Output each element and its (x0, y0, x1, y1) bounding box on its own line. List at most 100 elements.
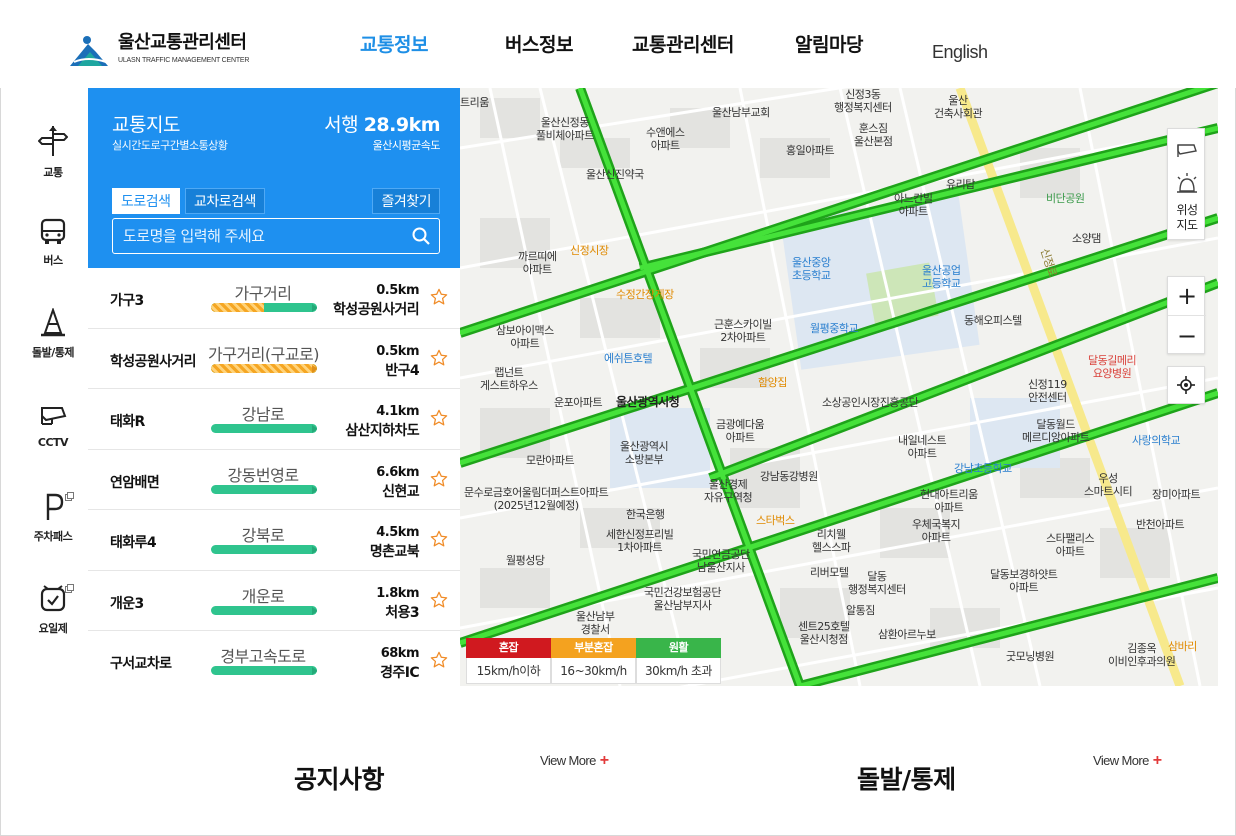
favorite-star-icon[interactable] (430, 409, 448, 427)
map-poi-label[interactable]: 센트25호텔 울산시청점 (798, 620, 850, 646)
map-poi-label[interactable]: 함양집 (758, 376, 787, 389)
road-row[interactable]: 태화루4 강북로 4.5km 명촌교북 (88, 510, 460, 571)
road-row[interactable]: 구서교차로 경부고속도로 68km 경주IC (88, 631, 460, 686)
road-row[interactable]: 개운3 개운로 1.8km 처용3 (88, 571, 460, 631)
map-poi-label[interactable]: 모란아파트 (526, 454, 575, 467)
tab-road-search[interactable]: 도로검색 (112, 188, 180, 214)
rail-item-bus[interactable]: 버스 (18, 218, 88, 268)
map-poi-label[interactable]: 월평중학교 (810, 322, 859, 335)
tab-intersection-search[interactable]: 교차로검색 (185, 188, 265, 214)
map-poi-label[interactable]: 울산광역시 소방본부 (620, 440, 669, 466)
map-poi-label[interactable]: 유리탑 (946, 178, 975, 191)
favorite-star-icon[interactable] (430, 591, 448, 609)
map-poi-label[interactable]: 리치웰 헬스스파 (812, 528, 851, 554)
map-poi-label[interactable]: 수정간장게장 (616, 288, 674, 301)
nav-notice-board[interactable]: 알림마당 (795, 30, 863, 57)
map-poi-label[interactable]: 울산신정동 풀비체아파트 (536, 116, 594, 142)
language-english-link[interactable]: English (932, 42, 988, 63)
map-poi-label[interactable]: 현대아트리움 아파트 (920, 488, 978, 514)
map-poi-label[interactable]: 달동 행정복지센터 (848, 570, 906, 596)
zoom-out-button[interactable]: − (1168, 316, 1206, 355)
map-poi-label[interactable]: 달동보경하얏트 아파트 (990, 568, 1058, 594)
map-poi-label[interactable]: 삼보아이맥스 아파트 (496, 324, 554, 350)
map-poi-label[interactable]: 울산경제 자유구역청 (704, 478, 753, 504)
map-poi-label[interactable]: 삼환아르누보 (878, 628, 936, 641)
map-poi-label[interactable]: 강남초등학교 (954, 462, 1012, 475)
rail-item-weekday[interactable]: 요일제 (18, 584, 88, 636)
search-icon[interactable] (411, 226, 431, 246)
map-poi-label[interactable]: 강남동강병원 (760, 470, 818, 483)
map-poi-label[interactable]: 트리움 (460, 96, 489, 109)
map-poi-label[interactable]: 홍일아파트 (786, 144, 835, 157)
map-poi-label[interactable]: 굿모닝병원 (1006, 650, 1055, 663)
map-poi-label[interactable]: 울산남부 경찰서 (576, 610, 615, 636)
map-poi-label[interactable]: 신정시장 (570, 244, 609, 257)
map-poi-label[interactable]: 사랑의학교 (1132, 434, 1181, 447)
map-poi-label[interactable]: 월평성당 (506, 554, 545, 567)
map-poi-label[interactable]: 반천아파트 (1136, 518, 1185, 531)
favorite-star-icon[interactable] (430, 470, 448, 488)
rail-item-traffic[interactable]: 교통 (18, 124, 88, 180)
road-row[interactable]: 가구3 가구거리 0.5km 학성공원사거리 (88, 268, 460, 329)
map-poi-label[interactable]: 비단공원 (1046, 192, 1085, 205)
nav-traffic-center[interactable]: 교통관리센터 (632, 30, 734, 57)
satellite-map-toggle[interactable]: 위성 지도 (1167, 128, 1205, 240)
map-poi-label[interactable]: 금광예다움 아파트 (716, 418, 765, 444)
favorite-star-icon[interactable] (430, 651, 448, 669)
map-poi-label[interactable]: 울산 건축사회관 (934, 94, 983, 120)
map-poi-label[interactable]: 국민건강보험공단 울산남부지사 (644, 586, 721, 612)
map-poi-label[interactable]: 울산중앙 초등학교 (792, 256, 831, 282)
map-poi-label[interactable]: 스타벅스 (756, 514, 795, 527)
map-poi-label[interactable]: 소양댐 (1072, 232, 1101, 245)
map-poi-label[interactable]: 알통짐 (846, 604, 875, 617)
map-poi-label[interactable]: 근훈스카이빌 2차아파트 (714, 318, 772, 344)
cctv-layer-icon[interactable] (1168, 135, 1206, 171)
map-poi-label[interactable]: 김종옥 이비인후과의원 (1108, 642, 1176, 668)
notice-view-more-link[interactable]: View More + (540, 752, 609, 770)
map-poi-label[interactable]: 국민연금공단 남울산지사 (692, 548, 750, 574)
map-poi-label[interactable]: 세한신정프리빌 1차아파트 (606, 528, 674, 554)
map-poi-label[interactable]: 우체국복지 아파트 (912, 518, 961, 544)
traffic-map[interactable]: 트리움울산신정동 풀비체아파트 울산남부교회 신정3동 행정복지센터 울산 건축사회관… (460, 88, 1218, 686)
my-location-button[interactable] (1167, 366, 1205, 404)
site-logo[interactable]: 울산교통관리센터 ULASN TRAFFIC MANAGEMENT CENTER (68, 32, 249, 70)
map-poi-label[interactable]: 운포아파트 (554, 396, 603, 409)
map-poi-label[interactable]: 에쉬튼호텔 (604, 352, 653, 365)
map-poi-label[interactable]: 울산신진약국 (586, 168, 644, 181)
map-poi-label[interactable]: 달동길메리 요양병원 (1088, 354, 1137, 380)
nav-bus-info[interactable]: 버스정보 (505, 30, 573, 57)
map-poi-label[interactable]: 아느칸빌 아파트 (894, 192, 933, 218)
map-poi-label[interactable]: 울산광역시청 (616, 396, 680, 409)
favorite-star-icon[interactable] (430, 349, 448, 367)
rail-item-cctv[interactable]: CCTV (18, 402, 88, 449)
road-search-input[interactable] (113, 227, 411, 245)
map-poi-label[interactable]: 문수로금호어울림더퍼스트아파트 (2025년12월예정) (464, 486, 609, 512)
map-poi-label[interactable]: 장미아파트 (1152, 488, 1201, 501)
map-poi-label[interactable]: 우성 스마트시티 (1084, 472, 1133, 498)
map-poi-label[interactable]: 울산공업 고등학교 (922, 264, 961, 290)
map-poi-label[interactable]: 스타팰리스 아파트 (1046, 532, 1095, 558)
map-poi-label[interactable]: 내일네스트 아파트 (898, 434, 947, 460)
favorite-star-icon[interactable] (430, 530, 448, 548)
map-poi-label[interactable]: 신정3동 행정복지센터 (834, 88, 892, 114)
favorite-star-icon[interactable] (430, 288, 448, 306)
nav-traffic-info[interactable]: 교통정보 (360, 30, 428, 57)
zoom-in-button[interactable]: + (1168, 277, 1206, 316)
map-poi-label[interactable]: 소상공인시장진흥공단 (822, 396, 919, 409)
rail-item-incident[interactable]: 돌발/통제 (18, 308, 88, 360)
map-poi-label[interactable]: 울산남부교회 (712, 106, 770, 119)
incident-view-more-link[interactable]: View More + (1093, 752, 1162, 770)
incident-siren-icon[interactable] (1168, 169, 1206, 199)
map-poi-label[interactable]: 한국은행 (626, 508, 665, 521)
road-row[interactable]: 학성공원사거리 가구거리(구교로) 0.5km 반구4 (88, 329, 460, 389)
map-poi-label[interactable]: 달동월드 메르디앙아파트 (1022, 418, 1090, 444)
road-row[interactable]: 태화R 강남로 4.1km 삼산지하차도 (88, 389, 460, 450)
map-poi-label[interactable]: 리버모텔 (810, 566, 849, 579)
map-poi-label[interactable]: 훈스짐 울산본점 (854, 122, 893, 148)
map-poi-label[interactable]: 삼바리 (1168, 640, 1197, 653)
map-poi-label[interactable]: 동해오피스텔 (964, 314, 1022, 327)
road-row[interactable]: 연암배면 강동번영로 6.6km 신현교 (88, 450, 460, 510)
favorites-button[interactable]: 즐겨찾기 (372, 188, 440, 214)
map-poi-label[interactable]: 랩넌트 게스트하우스 (480, 366, 538, 392)
rail-item-parking[interactable]: 주차패스 (18, 492, 88, 544)
